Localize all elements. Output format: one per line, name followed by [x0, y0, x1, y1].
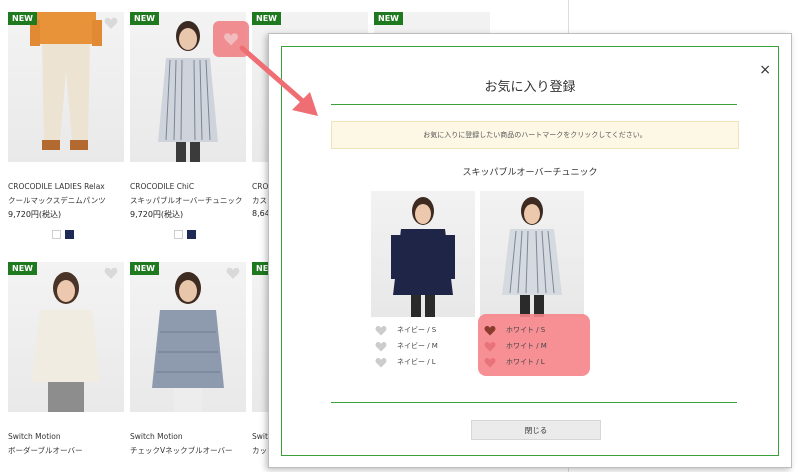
heart-icon[interactable]: [375, 357, 387, 368]
notice-text: お気に入りに登録したい商品のハートマークをクリックしてください。: [423, 131, 647, 139]
heart-icon[interactable]: [375, 341, 387, 352]
product-photo[interactable]: [8, 12, 124, 162]
favorite-heart-icon[interactable]: [104, 266, 118, 280]
new-badge: NEW: [252, 12, 281, 25]
callout-arrow-icon: [239, 45, 318, 116]
swatch-white[interactable]: [52, 230, 61, 239]
favorite-heart-icon[interactable]: [226, 266, 240, 280]
size-option-white-m[interactable]: ホワイト / M: [484, 338, 547, 354]
white-size-list: ホワイト / S ホワイト / M ホワイト / L: [484, 322, 547, 370]
new-badge: NEW: [8, 262, 37, 275]
product-name: スキッパブルオーバーチュニック: [462, 168, 598, 178]
product-brand: CROCODILE ChiC: [130, 182, 195, 191]
favorite-register-modal: × お気に入り登録 お気に入りに登録したい商品のハートマークをクリックしてくださ…: [268, 33, 792, 468]
swatch-navy[interactable]: [65, 230, 74, 239]
navy-size-list: ネイビー / S ネイビー / M ネイビー / L: [375, 322, 438, 370]
swatch-navy[interactable]: [187, 230, 196, 239]
product-photo[interactable]: [130, 262, 246, 412]
product-photo[interactable]: [8, 262, 124, 412]
size-label: ホワイト / L: [506, 358, 545, 366]
color-swatches: [52, 230, 74, 239]
product-price: 9,720円(税込): [130, 210, 184, 219]
color-swatches: [174, 230, 196, 239]
product-name[interactable]: スキッパブルオーバーチュニック: [130, 195, 242, 206]
size-option-navy-s[interactable]: ネイビー / S: [375, 322, 438, 338]
size-label: ホワイト / M: [506, 342, 547, 350]
product-name[interactable]: ボーダーブルオーバー: [8, 445, 82, 456]
size-label: ネイビー / S: [397, 326, 437, 334]
heart-selected-icon[interactable]: [484, 325, 496, 336]
instruction-notice: お気に入りに登録したい商品のハートマークをクリックしてください。: [331, 121, 739, 149]
product-brand: CROCODILE LADIES Relax: [8, 182, 105, 191]
product-price: 9,720円(税込): [8, 210, 62, 219]
heart-icon[interactable]: [484, 341, 496, 352]
size-option-navy-l[interactable]: ネイビー / L: [375, 354, 438, 370]
white-variant-photo: [480, 191, 584, 317]
new-badge: NEW: [8, 12, 37, 25]
size-option-navy-m[interactable]: ネイビー / M: [375, 338, 438, 354]
new-badge: NEW: [374, 12, 403, 25]
navy-variant-photo: [371, 191, 475, 317]
product-name[interactable]: チェックVネックブルオーバー: [130, 445, 233, 456]
size-label: ホワイト / S: [506, 326, 546, 334]
new-badge: NEW: [130, 262, 159, 275]
heart-icon[interactable]: [375, 325, 387, 336]
divider: [331, 402, 737, 403]
size-option-white-l[interactable]: ホワイト / L: [484, 354, 547, 370]
product-brand: Switch Motion: [8, 432, 61, 441]
swatch-white[interactable]: [174, 230, 183, 239]
product-name[interactable]: クールマックスデニムパンツ: [8, 195, 106, 206]
close-button[interactable]: 閉じる: [471, 420, 601, 440]
heart-icon[interactable]: [484, 357, 496, 368]
product-brand: Switch Motion: [130, 432, 183, 441]
modal-title: お気に入り登録: [484, 80, 576, 95]
favorite-heart-icon[interactable]: [104, 16, 118, 30]
divider: [331, 104, 737, 105]
size-label: ネイビー / L: [397, 358, 436, 366]
size-option-white-s[interactable]: ホワイト / S: [484, 322, 547, 338]
new-badge: NEW: [130, 12, 159, 25]
size-label: ネイビー / M: [397, 342, 438, 350]
